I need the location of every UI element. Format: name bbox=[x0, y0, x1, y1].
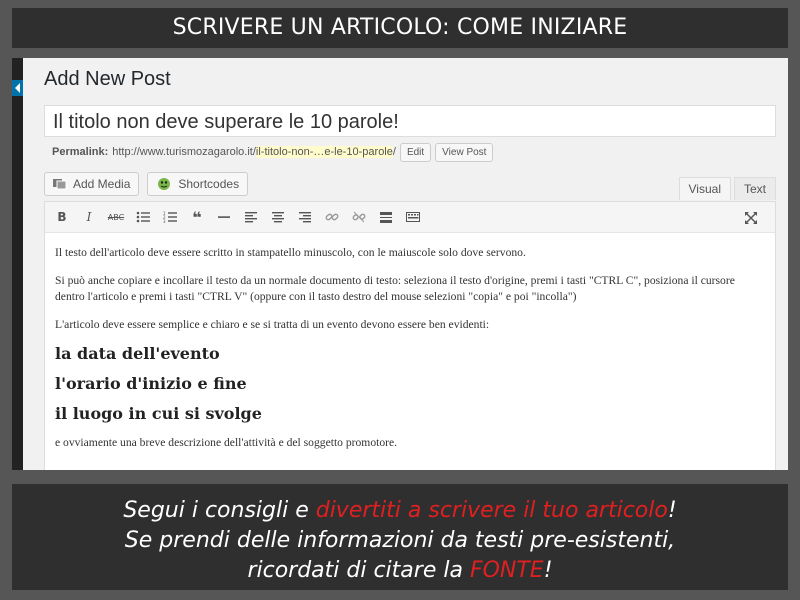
banner-text: ! bbox=[667, 498, 677, 523]
banner-highlight: divertiti a scrivere il tuo articolo bbox=[315, 498, 668, 523]
permalink-tail: / bbox=[392, 146, 396, 158]
numbered-list-icon[interactable]: 123 bbox=[159, 206, 181, 228]
tab-visual[interactable]: Visual bbox=[678, 177, 731, 200]
current-menu-arrow-icon bbox=[12, 80, 23, 96]
permalink-row: Permalink: http://www.turismozagarolo.it… bbox=[52, 142, 494, 162]
shortcodes-icon bbox=[158, 178, 171, 190]
banner-text: Segui i consigli e bbox=[123, 498, 316, 523]
unlink-icon[interactable] bbox=[348, 206, 370, 228]
body-paragraph: e ovviamente una breve descrizione dell'… bbox=[55, 436, 398, 449]
shortcodes-button[interactable]: Shortcodes bbox=[147, 172, 249, 196]
horizontal-rule-icon[interactable] bbox=[213, 206, 235, 228]
italic-icon[interactable]: I bbox=[78, 206, 100, 228]
align-center-icon[interactable] bbox=[267, 206, 289, 228]
banner-title: SCRIVERE UN ARTICOLO: COME INIZIARE bbox=[172, 15, 628, 40]
body-heading: il luogo in cui si svolge bbox=[55, 404, 262, 423]
media-icon bbox=[53, 179, 67, 190]
bold-icon[interactable]: B bbox=[51, 206, 73, 228]
banner-text: ricordati di citare la bbox=[247, 558, 470, 583]
permalink-base: http://www.turismozagarolo.it/ bbox=[112, 146, 256, 158]
align-right-icon[interactable] bbox=[294, 206, 316, 228]
align-left-icon[interactable] bbox=[240, 206, 262, 228]
wordpress-editor-panel: Add New Post Il titolo non deve superare… bbox=[12, 58, 788, 470]
body-paragraph: Si può anche copiare e incollare il test… bbox=[55, 274, 735, 303]
edit-permalink-button[interactable]: Edit bbox=[399, 142, 432, 162]
banner-line-1: Segui i consigli e divertiti a scrivere … bbox=[12, 496, 788, 526]
tab-text[interactable]: Text bbox=[733, 177, 776, 200]
body-paragraph: Il testo dell'articolo deve essere scrit… bbox=[55, 246, 526, 259]
blockquote-icon[interactable]: ❝ bbox=[186, 206, 208, 228]
toolbar-toggle-icon[interactable] bbox=[402, 206, 424, 228]
view-post-button[interactable]: View Post bbox=[435, 142, 494, 162]
banner-text: ! bbox=[543, 558, 553, 583]
banner-line-3: ricordati di citare la FONTE! bbox=[12, 556, 788, 586]
editor-content[interactable]: Il testo dell'articolo deve essere scrit… bbox=[44, 233, 776, 470]
shortcodes-label: Shortcodes bbox=[178, 177, 240, 191]
post-title-input[interactable]: Il titolo non deve superare le 10 parole… bbox=[44, 105, 776, 137]
body-paragraph: L'articolo deve essere semplice e chiaro… bbox=[55, 318, 490, 331]
body-heading: l'orario d'inizio e fine bbox=[55, 374, 247, 393]
permalink-slug[interactable]: il-titolo-non-…e-le-10-parole bbox=[255, 146, 393, 158]
banner-line-2: Se prendi delle informazioni da testi pr… bbox=[124, 528, 676, 553]
editor-toolbar: B I ABC 123 ❝ bbox=[44, 201, 776, 233]
page-title: Add New Post bbox=[44, 68, 171, 90]
bullet-list-icon[interactable] bbox=[132, 206, 154, 228]
body-heading: la data dell'evento bbox=[55, 344, 220, 363]
link-icon[interactable] bbox=[321, 206, 343, 228]
add-media-label: Add Media bbox=[73, 177, 131, 191]
admin-sidebar bbox=[12, 58, 23, 470]
read-more-icon[interactable] bbox=[375, 206, 397, 228]
fullscreen-icon[interactable] bbox=[740, 207, 762, 229]
svg-text:3: 3 bbox=[163, 219, 166, 224]
banner-highlight: FONTE bbox=[469, 558, 544, 583]
permalink-label: Permalink: bbox=[52, 146, 109, 158]
add-media-button[interactable]: Add Media bbox=[44, 172, 140, 196]
bottom-banner: Segui i consigli e divertiti a scrivere … bbox=[12, 484, 788, 590]
strikethrough-icon[interactable]: ABC bbox=[105, 206, 127, 228]
media-buttons: Add Media Shortcodes bbox=[44, 172, 249, 196]
top-banner: SCRIVERE UN ARTICOLO: COME INIZIARE bbox=[12, 8, 788, 48]
editor-tabs: Visual Text bbox=[678, 177, 776, 200]
